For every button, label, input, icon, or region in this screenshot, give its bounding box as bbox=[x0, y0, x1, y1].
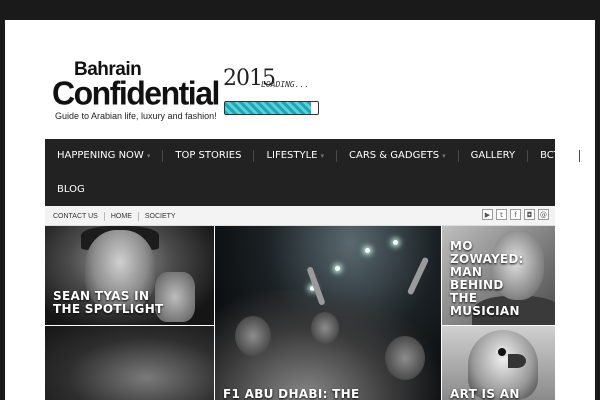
top-links-bar: CONTACT US HOME SOCIETY ▶ t f ◘ @ bbox=[45, 206, 555, 226]
chevron-down-icon: ▾ bbox=[146, 151, 151, 160]
nav-item-label: HAPPENING NOW bbox=[57, 150, 144, 161]
social-icons: ▶ t f ◘ @ bbox=[482, 209, 549, 220]
divider bbox=[103, 211, 105, 221]
nav-item[interactable]: TOP STORIES bbox=[163, 139, 253, 172]
youtube-icon[interactable]: ▶ bbox=[482, 209, 493, 220]
photo-falcon-beak bbox=[508, 354, 526, 368]
stage-light bbox=[365, 248, 370, 253]
tile-caption[interactable]: SEAN TYAS IN THE SPOTLIGHT bbox=[53, 290, 173, 316]
banner-progress-bar bbox=[224, 101, 319, 115]
banner-loading-text: LOADING... bbox=[261, 80, 310, 89]
stage-light bbox=[335, 266, 340, 271]
photo-head bbox=[385, 336, 425, 380]
nav-item-label: TOP STORIES bbox=[175, 150, 242, 161]
link-home[interactable]: HOME bbox=[111, 213, 132, 220]
tile-caption[interactable]: MO ZOWAYED: MAN BEHIND THE MUSICIAN bbox=[450, 240, 530, 318]
story-tile-f1-abu-dhabi[interactable]: F1 ABU DHABI: THE bbox=[215, 226, 441, 400]
nav-row: BLOG bbox=[45, 173, 97, 206]
logo-tagline: Guide to Arabian life, luxury and fashio… bbox=[55, 111, 217, 121]
chevron-down-icon: ▾ bbox=[442, 151, 446, 160]
facebook-icon[interactable]: f bbox=[510, 209, 521, 220]
story-tile-mo-zowayed[interactable]: MO ZOWAYED: MAN BEHIND THE MUSICIAN bbox=[442, 226, 555, 325]
photo-head bbox=[311, 312, 339, 344]
story-tile-art[interactable]: ART IS AN bbox=[442, 326, 555, 400]
nav-item[interactable]: HAPPENING NOW ▾ bbox=[45, 139, 162, 172]
stage-light bbox=[393, 240, 398, 245]
nav-item[interactable]: GALLERY bbox=[459, 139, 527, 172]
photo-head bbox=[235, 316, 271, 356]
tile-caption[interactable]: F1 ABU DHABI: THE bbox=[223, 388, 433, 400]
instagram-icon[interactable]: ◘ bbox=[524, 209, 535, 220]
chevron-down-icon: ▾ bbox=[320, 151, 324, 160]
nav-item[interactable]: BCTV bbox=[528, 139, 579, 172]
nav-item[interactable]: LIFESTYLE ▾ bbox=[254, 139, 336, 172]
site-logo[interactable]: Bahrain Confidential Guide to Arabian li… bbox=[52, 59, 222, 121]
nav-row: HAPPENING NOW ▾ TOP STORIES LIFESTYLE ▾ CARS … bbox=[45, 139, 580, 172]
story-tile-sean-tyas[interactable]: SEAN TYAS IN THE SPOTLIGHT bbox=[45, 226, 214, 325]
logo-line2: Confidential bbox=[52, 74, 220, 112]
banner-progress-fill bbox=[225, 102, 312, 114]
nav-item-label: BCTV bbox=[540, 150, 567, 161]
nav-item-label: LIFESTYLE bbox=[266, 150, 318, 161]
story-tile-4[interactable] bbox=[45, 326, 214, 400]
link-contact-us[interactable]: CONTACT US bbox=[53, 213, 98, 220]
top-links: CONTACT US HOME SOCIETY bbox=[53, 206, 176, 226]
nav-item-label: GALLERY bbox=[470, 150, 516, 161]
nav-item[interactable]: BLOG bbox=[45, 173, 97, 206]
nav-item[interactable]: CARS & GADGETS ▾ bbox=[337, 139, 458, 172]
photo-falcon-eye bbox=[496, 346, 508, 358]
email-icon[interactable]: @ bbox=[538, 209, 549, 220]
nav-item-label: CARS & GADGETS bbox=[349, 150, 440, 161]
twitter-icon[interactable]: t bbox=[496, 209, 507, 220]
banner-2015-loading[interactable]: 2015 LOADING... bbox=[223, 66, 323, 118]
link-society[interactable]: SOCIETY bbox=[145, 213, 176, 220]
page: Bahrain Confidential Guide to Arabian li… bbox=[5, 20, 595, 400]
nav-divider bbox=[578, 149, 580, 162]
tile-caption[interactable]: ART IS AN bbox=[450, 388, 550, 400]
nav-item-label: BLOG bbox=[57, 184, 85, 195]
main-nav: HAPPENING NOW ▾ TOP STORIES LIFESTYLE ▾ CARS … bbox=[45, 139, 580, 206]
divider bbox=[137, 211, 139, 221]
